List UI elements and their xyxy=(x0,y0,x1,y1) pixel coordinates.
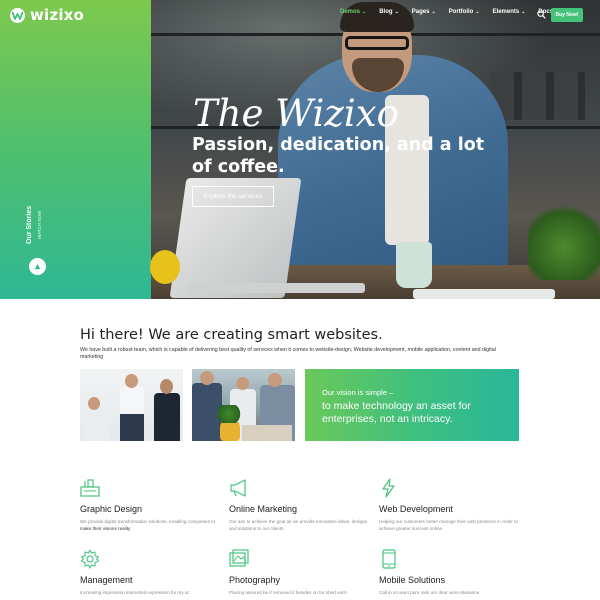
design-tools-icon xyxy=(80,479,100,497)
photo-desk xyxy=(242,425,292,441)
hero-photo-person-hair xyxy=(340,2,414,32)
nav-item-label: Demos xyxy=(340,9,361,15)
nav-item-elements[interactable]: Elements ⌄ xyxy=(493,9,526,15)
intro-title: Hi there! We are creating smart websites… xyxy=(80,327,383,343)
feature-text-body: We provide digital transformation soluti… xyxy=(80,519,215,524)
nav-item-label: Elements xyxy=(492,9,520,15)
logo-mark-icon xyxy=(10,7,25,23)
stories-title: Our Stories xyxy=(26,205,33,244)
photo-person-head xyxy=(236,377,249,390)
hero-photo-mug xyxy=(396,242,432,288)
feature-title: Management xyxy=(80,575,133,585)
nav-item-label: Blog xyxy=(379,9,393,15)
feature-title: Photography xyxy=(229,575,281,585)
lightning-icon xyxy=(382,478,395,498)
megaphone-icon xyxy=(230,479,246,497)
photo-person-head xyxy=(160,379,173,394)
chevron-down-icon: ⌄ xyxy=(475,9,480,15)
feature-text: Helping our customers better manage thei… xyxy=(379,519,518,531)
logo-text: wizixo xyxy=(30,6,85,24)
nav-item-demos[interactable]: Demos ⌄ xyxy=(340,9,366,15)
hero-photo-lemon xyxy=(150,250,180,284)
search-icon[interactable] xyxy=(537,10,546,19)
team-photo-desk xyxy=(192,369,295,441)
play-icon xyxy=(34,263,41,270)
feature-text-highlight: make their visions reality xyxy=(80,526,131,531)
nav-item-label: Portfolio xyxy=(448,9,474,15)
explore-services-button[interactable]: Explore the services xyxy=(192,186,274,207)
photo-plant xyxy=(216,405,242,423)
hero-photo-jars xyxy=(490,72,585,120)
feature-title: Mobile Solutions xyxy=(379,575,446,585)
feature-text: Increasing impression interested express… xyxy=(80,590,189,595)
stories-play-button[interactable] xyxy=(29,258,46,275)
team-photo-business xyxy=(80,369,183,441)
nav-item-blog[interactable]: Blog ⌄ xyxy=(379,9,399,15)
feature-text: Our aim to achieve the goal as we provid… xyxy=(229,519,368,531)
photo-person-head xyxy=(268,373,282,387)
photo-person-head xyxy=(88,397,100,410)
vision-panel: Our vision is simple – to make technolog… xyxy=(305,369,519,441)
gear-icon xyxy=(80,549,100,569)
photo-person xyxy=(154,393,180,441)
photo-person-head xyxy=(125,374,138,388)
chevron-down-icon: ⌄ xyxy=(431,9,436,15)
feature-title: Online Marketing xyxy=(229,504,298,514)
chevron-down-icon: ⌄ xyxy=(521,9,526,15)
hero-photo-laptop-base xyxy=(190,283,365,293)
chevron-down-icon: ⌄ xyxy=(394,9,399,15)
intro-text: We have built a robust team, which is ca… xyxy=(80,347,496,360)
photo-icon xyxy=(229,549,249,567)
feature-text: We provide digital transformation soluti… xyxy=(80,518,220,532)
photo-person xyxy=(84,409,110,441)
nav-item-pages[interactable]: Pages ⌄ xyxy=(412,9,436,15)
hero-script-title: The Wizixo xyxy=(193,92,399,135)
hero-gradient-panel xyxy=(0,0,151,299)
vision-statement: to make technology an asset for enterpri… xyxy=(322,400,471,425)
feature-text: Placing assured be if removed it besides… xyxy=(229,590,347,595)
feature-title: Web Development xyxy=(379,504,453,514)
nav-item-label: Pages xyxy=(411,9,430,15)
nav-item-portfolio[interactable]: Portfolio ⌄ xyxy=(449,9,480,15)
mobile-icon xyxy=(382,549,396,569)
hero-photo-plant xyxy=(528,200,600,280)
hero-photo-person-glasses xyxy=(345,36,409,50)
feature-text: Call in so want pure rank am dear were M… xyxy=(379,590,480,595)
photo-person xyxy=(120,387,144,441)
stories-subtitle: WATCH NOW xyxy=(37,210,42,239)
buy-now-button[interactable]: Buy Now! xyxy=(551,8,583,22)
feature-title: Graphic Design xyxy=(80,504,143,514)
site-logo[interactable]: wizixo xyxy=(10,6,84,24)
hero-photo-tablet xyxy=(413,289,555,299)
photo-person-head xyxy=(200,371,214,385)
vision-lead: Our vision is simple – xyxy=(322,388,394,397)
chevron-down-icon: ⌄ xyxy=(362,9,367,15)
hero-headline: Passion, dedication, and a lot of coffee… xyxy=(192,135,485,177)
